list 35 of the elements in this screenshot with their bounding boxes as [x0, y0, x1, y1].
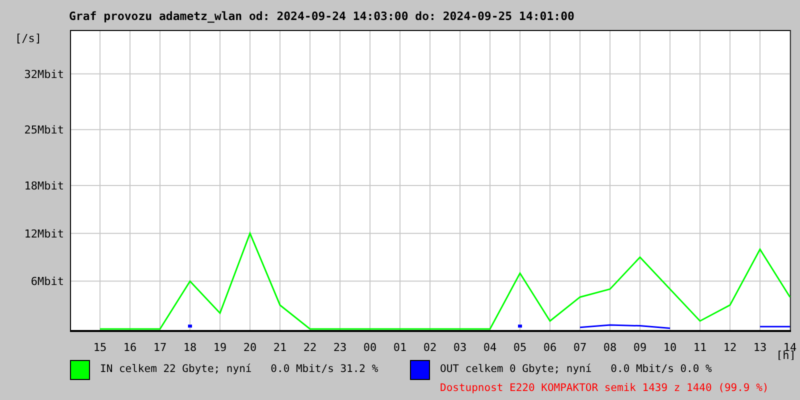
x-tick-label: 01: [393, 341, 407, 354]
x-tick-label: 12: [723, 341, 737, 354]
x-tick-label: 03: [453, 341, 467, 354]
data-point: [518, 324, 522, 328]
x-tick-label: 08: [603, 341, 617, 354]
y-tick-label: 18Mbit: [24, 179, 64, 192]
x-tick-label: 07: [573, 341, 587, 354]
x-tick-label: 15: [93, 341, 107, 354]
chart-title: Graf provozu adametz_wlan od: 2024-09-24 14:03:00 do: 2024-09-25 14:01:00: [68, 8, 576, 22]
x-tick-label: 16: [123, 341, 137, 354]
x-tick-label: 04: [483, 341, 497, 354]
x-tick-label: 18: [183, 341, 197, 354]
x-tick-label: 00: [363, 341, 377, 354]
availability-text: Dostupnost E220 KOMPAKTOR semik 1439 z 1440 (99.9 %): [440, 382, 769, 394]
x-tick-label: 20: [243, 341, 257, 354]
x-tick-label: 09: [633, 341, 647, 354]
x-tick-label: 02: [423, 341, 437, 354]
x-tick-label: 13: [753, 341, 767, 354]
x-tick-label: 19: [213, 341, 227, 354]
y-tick-label: 12Mbit: [24, 227, 64, 240]
x-tick-label: 10: [663, 341, 677, 354]
x-tick-label: 17: [153, 341, 167, 354]
x-tick-label: 06: [543, 341, 557, 354]
x-tick-label: 23: [333, 341, 347, 354]
y-axis-label: [/s]: [15, 32, 42, 45]
x-tick-label: 05: [513, 341, 527, 354]
data-point: [188, 324, 192, 328]
legend-label: OUT celkem 0 Gbyte; nyní 0.0 Mbit/s 0.0 %: [440, 363, 713, 375]
y-tick-label: 25Mbit: [24, 124, 64, 137]
x-tick-label: 21: [273, 341, 287, 354]
y-tick-label: 6Mbit: [30, 275, 64, 288]
y-tick-label: 32Mbit: [24, 68, 64, 81]
x-tick-label: 11: [693, 341, 707, 354]
x-tick-label: 22: [303, 341, 317, 354]
legend-label: IN celkem 22 Gbyte; nyní 0.0 Mbit/s 31.2 %: [100, 363, 378, 375]
